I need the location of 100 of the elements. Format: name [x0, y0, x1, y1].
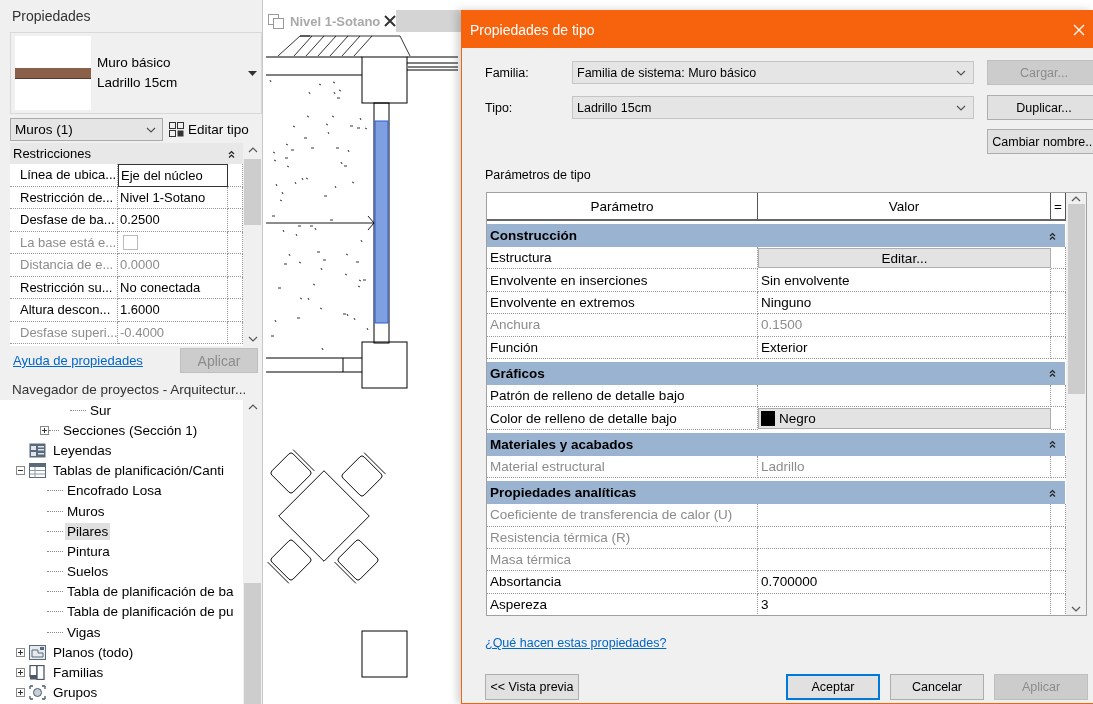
tree-item[interactable]: Leyendas: [51, 441, 114, 459]
color-button[interactable]: Negro: [758, 408, 1051, 429]
browser-title: Navegador de proyectos - Arquitectur...: [11, 380, 248, 399]
column-square: [361, 630, 408, 678]
property-value: Nivel 1-Sotano: [118, 186, 228, 209]
collapse-icon[interactable]: [1049, 231, 1056, 240]
chevron-down-icon: [956, 69, 966, 76]
parameter-name: Masa térmica: [487, 548, 758, 572]
parameter-value: Exterior: [758, 336, 1051, 359]
family-name: Muro básico: [97, 54, 172, 72]
tree-item[interactable]: Encofrado Losa: [65, 482, 164, 500]
side-button[interactable]: Duplicar...: [987, 95, 1093, 120]
category-dropdown[interactable]: Muros (1): [10, 118, 163, 141]
tree-item[interactable]: Grupos: [51, 684, 100, 702]
tree-item[interactable]: Suelos: [65, 563, 111, 581]
scroll-up-icon[interactable]: [247, 404, 258, 410]
parameter-name: Envolvente en inserciones: [487, 269, 758, 292]
property-value: No conectada: [118, 276, 228, 299]
scrollbar[interactable]: [1066, 193, 1086, 615]
tree-item[interactable]: Tabla de planificación de ba: [65, 583, 236, 601]
parameter-name: Anchura: [487, 314, 758, 337]
collapse-icon[interactable]: [1049, 488, 1056, 497]
field-label: Familia:: [485, 65, 530, 80]
property-label: Altura descon...: [10, 299, 118, 322]
section-header[interactable]: Restricciones: [10, 143, 243, 164]
family-icon: [29, 665, 46, 681]
expand-icon[interactable]: [16, 647, 25, 657]
panel-title: Propiedades: [11, 7, 92, 26]
scroll-up-icon[interactable]: [247, 147, 258, 153]
close-icon[interactable]: [384, 15, 397, 27]
type-selector[interactable]: Muro básico Ladrillo 15cm: [10, 32, 262, 114]
tree-item[interactable]: Pilares: [65, 522, 111, 540]
group-icon: [29, 685, 46, 701]
tree-item[interactable]: Sur: [88, 401, 113, 419]
dropdown-arrow-icon[interactable]: [248, 70, 257, 76]
scroll-down-icon: [1071, 606, 1081, 612]
legend-icon: [29, 442, 46, 458]
expand-icon[interactable]: [40, 425, 49, 435]
dialog-title: Propiedades de tipo: [470, 21, 595, 38]
parameter-name: Coeficiente de transferencia de calor (U): [487, 504, 758, 527]
section-label: Parámetros de tipo: [485, 168, 592, 184]
parameter-name: Absortancia: [487, 571, 758, 594]
parameter-value: Ninguno: [758, 291, 1051, 315]
dialog-button[interactable]: << Vista previa: [485, 674, 579, 700]
tree-item[interactable]: Tablas de planificación/Canti: [51, 462, 227, 480]
column-header[interactable]: Valor: [758, 193, 1051, 219]
dialog-button[interactable]: Aceptar: [786, 674, 880, 700]
group-header[interactable]: Materiales y acabados: [487, 432, 1065, 456]
column-header[interactable]: Parámetro: [487, 193, 758, 219]
chevron-down-icon: [956, 104, 966, 111]
table-icon: [29, 463, 46, 479]
help-link[interactable]: ¿Qué hacen estas propiedades?: [485, 636, 667, 650]
edit-button[interactable]: Editar...: [758, 248, 1051, 269]
expand-icon[interactable]: [16, 688, 25, 698]
property-label: Desfase de ba...: [10, 209, 118, 232]
type-grid-icon: [169, 122, 184, 137]
value-field[interactable]: Eje del núcleo: [118, 164, 228, 187]
scroll-down-icon: [247, 336, 258, 342]
tree-item[interactable]: Familias: [51, 664, 106, 682]
parameter-name: Función: [487, 336, 758, 359]
parameter-value: 3: [758, 593, 1051, 615]
tree-item[interactable]: Planos (todo): [51, 643, 136, 661]
scrollbar[interactable]: [243, 400, 262, 704]
tree-item[interactable]: Pintura: [65, 542, 112, 560]
family-dropdown[interactable]: Familia de sistema: Muro básico: [572, 61, 974, 84]
property-value: -0.4000: [118, 321, 228, 344]
parameter-value: 0.700000: [758, 571, 1051, 594]
type-dropdown[interactable]: Ladrillo 15cm: [572, 96, 974, 119]
property-label: La base está e...: [10, 231, 118, 254]
collapse-icon[interactable]: [228, 149, 235, 158]
group-header[interactable]: Gráficos: [487, 361, 1065, 385]
property-value: 0.2500: [118, 209, 228, 232]
type-name: Ladrillo 15cm: [97, 74, 179, 92]
tree-item[interactable]: Muros: [65, 502, 107, 520]
tree-item[interactable]: Tabla de planificación de pu: [65, 603, 236, 621]
parameter-name: Envolvente en extremos: [487, 291, 758, 315]
property-label: Desfase superi...: [10, 321, 118, 344]
chevron-down-icon: [146, 126, 156, 133]
view-icon: [268, 13, 284, 29]
field-label: Tipo:: [485, 100, 514, 115]
scroll-up-icon[interactable]: [1071, 196, 1081, 202]
edit-type-button[interactable]: Editar tipo: [169, 122, 249, 137]
dialog-button[interactable]: Cancelar: [890, 674, 984, 700]
property-label: Restricción de...: [10, 186, 118, 209]
group-header[interactable]: Construcción: [487, 224, 1065, 247]
parameter-value: Ladrillo: [758, 455, 1051, 479]
parameter-name: Material estructural: [487, 455, 758, 479]
expand-icon[interactable]: [16, 668, 25, 678]
tree-item[interactable]: Vigas: [65, 623, 103, 641]
parameter-name: Patrón de relleno de detalle bajo: [487, 384, 758, 408]
collapse-icon[interactable]: [1049, 369, 1056, 378]
tree-item[interactable]: Secciones (Sección 1): [61, 421, 200, 439]
side-button[interactable]: Cambiar nombre...: [987, 129, 1093, 154]
collapse-icon[interactable]: [16, 466, 25, 476]
collapse-icon[interactable]: [1049, 440, 1056, 449]
parameter-value: Sin envolvente: [758, 269, 1051, 292]
property-value: 1.6000: [118, 299, 228, 322]
group-header[interactable]: Propiedades analíticas: [487, 481, 1065, 505]
property-value: 0.0000: [118, 254, 228, 277]
help-link[interactable]: Ayuda de propiedades: [13, 353, 143, 368]
